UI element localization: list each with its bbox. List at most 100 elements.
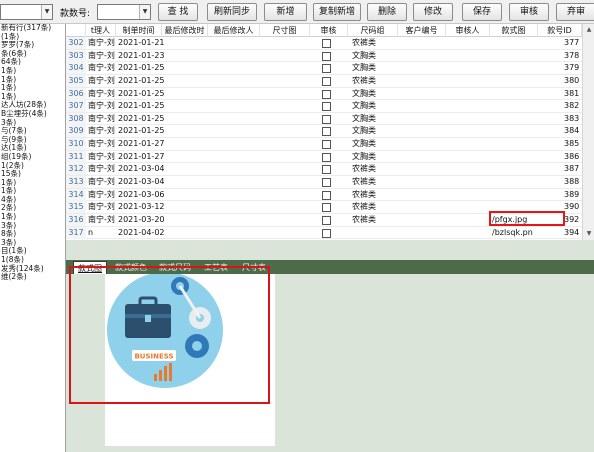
approve-button[interactable]: 审核	[509, 3, 549, 21]
size-group-cell: 农裤类	[352, 189, 376, 199]
edit-button[interactable]: 修改	[413, 3, 453, 21]
detail-pane: 款式图 款式颜色 款式尺码 工艺表 尺寸表 BUSINESS	[66, 240, 594, 452]
agent-cell: 南宁-刘	[88, 75, 115, 85]
approved-checkbox[interactable]	[322, 140, 331, 150]
agent-cell: 南宁-刘	[88, 50, 115, 60]
column-header[interactable]: 最后修改人	[208, 24, 260, 37]
delete-button[interactable]: 删除	[367, 3, 407, 21]
approved-checkbox[interactable]	[322, 39, 331, 48]
row-number: 312	[66, 163, 86, 176]
approved-checkbox[interactable]	[322, 215, 331, 225]
filter-combo[interactable]: ▼	[0, 4, 53, 20]
approved-checkbox[interactable]	[322, 89, 331, 99]
table-row[interactable]: 305 南宁-刘 2021-01-25 农裤类 380	[66, 74, 582, 88]
scroll-down-icon[interactable]: ▼	[583, 228, 594, 240]
style-image-cell	[492, 138, 538, 150]
table-row[interactable]: 307 南宁-刘 2021-01-25 文胸类 382	[66, 100, 582, 113]
approved-checkbox[interactable]	[322, 190, 331, 200]
approved-checkbox[interactable]	[322, 51, 331, 61]
size-group-cell	[352, 227, 398, 239]
created-date-cell: 2021-03-06	[118, 189, 164, 199]
approved-checkbox[interactable]	[322, 102, 331, 112]
column-header[interactable]: 最后修改时	[162, 24, 208, 37]
created-date-cell: 2021-01-23	[118, 50, 164, 60]
size-group-cell: 文胸类	[352, 101, 376, 111]
created-date-cell: 2021-03-12	[118, 202, 164, 212]
approved-checkbox[interactable]	[322, 228, 331, 238]
column-header[interactable]: 款式图	[490, 24, 538, 37]
row-number: 317	[66, 226, 86, 239]
table-row[interactable]: 310 南宁-刘 2021-01-27 文胸类 385	[66, 138, 582, 151]
column-header[interactable]: t理人	[86, 24, 116, 37]
table-row[interactable]: 308 南宁-刘 2021-01-25 文胸类 383	[66, 112, 582, 126]
agent-cell: 南宁-刘	[88, 126, 115, 136]
row-number: 311	[66, 150, 86, 163]
approved-checkbox[interactable]	[322, 165, 331, 175]
scroll-up-icon[interactable]: ▲	[583, 24, 594, 36]
approved-checkbox[interactable]	[322, 178, 331, 188]
approved-checkbox[interactable]	[322, 114, 331, 124]
grid-header: t理人 制单时间 最后修改时 最后修改人 尺寸图 审核 尺码组 客户编号 审核人…	[66, 24, 594, 37]
row-number: 307	[66, 100, 86, 113]
style-id-cell: 387	[564, 164, 580, 174]
row-number: 310	[66, 138, 86, 151]
search-button[interactable]: 查 找	[158, 3, 198, 21]
agent-cell: 南宁-刘	[88, 101, 115, 111]
style-image-cell	[492, 189, 538, 201]
style-image-cell	[492, 100, 538, 112]
unapprove-button[interactable]: 弃审	[556, 3, 594, 21]
style-no-combo[interactable]: ▼	[97, 4, 151, 20]
column-header[interactable]: 尺码组	[348, 24, 398, 37]
table-row[interactable]: 304 南宁-刘 2021-01-25 文胸类 379	[66, 62, 582, 75]
style-id-cell: 383	[564, 113, 580, 123]
save-button[interactable]: 保存	[462, 3, 502, 21]
table-row[interactable]: 314 南宁-刘 2021-03-06 农裤类 389	[66, 188, 582, 202]
style-image-cell	[492, 151, 538, 163]
size-group-cell: 农裤类	[352, 202, 376, 212]
chevron-down-icon[interactable]: ▼	[139, 5, 150, 19]
row-number: 315	[66, 201, 86, 214]
copy-add-button[interactable]: 复制新增	[313, 3, 361, 21]
style-id-cell: 382	[564, 101, 580, 111]
column-header[interactable]: 制单时间	[116, 24, 162, 37]
style-image-cell	[492, 75, 538, 87]
table-row[interactable]: 303 南宁-刘 2021-01-23 文胸类 378	[66, 49, 582, 63]
column-header[interactable]: 客户编号	[398, 24, 446, 37]
style-id-cell: 386	[564, 151, 580, 161]
column-header[interactable]: 款号ID	[538, 24, 582, 37]
column-header[interactable]: 审核	[310, 24, 348, 37]
category-tree[interactable]: 新有行(317条) (1条) 罗罗(7条) 条(6条) 64条) 1条) 1条) 1条) 1条)…	[0, 24, 66, 452]
approved-checkbox[interactable]	[322, 127, 331, 137]
table-row[interactable]: 312 南宁-刘 2021-03-04 农裤类 387	[66, 163, 582, 177]
add-button[interactable]: 新增	[264, 3, 307, 21]
table-row[interactable]: 317 n 2021-04-02/bzlsqk.pn 394	[66, 226, 582, 240]
table-row[interactable]: 309 南宁-刘 2021-01-25 文胸类 384	[66, 125, 582, 139]
agent-cell: 南宁-刘	[88, 88, 115, 98]
vertical-scrollbar[interactable]: ▲ ▼	[582, 24, 594, 240]
table-row[interactable]: 313 南宁-刘 2021-03-04 农裤类 388	[66, 176, 582, 189]
created-date-cell: 2021-01-25	[118, 75, 164, 85]
size-group-cell: 文胸类	[352, 126, 376, 136]
table-row[interactable]: 311 南宁-刘 2021-01-27 文胸类 386	[66, 150, 582, 164]
style-id-cell: 390	[564, 202, 580, 212]
column-header[interactable]: 审核人	[446, 24, 490, 37]
tree-item[interactable]: 维(2条)	[0, 273, 65, 282]
approved-checkbox[interactable]	[322, 76, 331, 86]
column-header[interactable]: 尺寸图	[260, 24, 310, 37]
row-number: 316	[66, 213, 86, 226]
approved-checkbox[interactable]	[322, 152, 331, 162]
row-number: 304	[66, 62, 86, 75]
size-group-cell: 文胸类	[352, 151, 376, 161]
approved-checkbox[interactable]	[322, 64, 331, 74]
toolbar: ▼ 款数号: ▼ 查 找 刷新同步 新增 复制新增 删除 修改 保存 审核 弃审	[0, 0, 594, 24]
approved-checkbox[interactable]	[322, 203, 331, 213]
row-number: 303	[66, 49, 86, 62]
style-image-cell	[492, 88, 538, 100]
table-row[interactable]: 302 南宁-刘 2021-01-21 农裤类 377	[66, 37, 582, 50]
refresh-sync-button[interactable]: 刷新同步	[207, 3, 257, 21]
chevron-down-icon[interactable]: ▼	[41, 5, 52, 19]
table-row[interactable]: 306 南宁-刘 2021-01-25 文胸类 381	[66, 87, 582, 101]
created-date-cell: 2021-01-25	[118, 101, 164, 111]
style-image-cell	[492, 37, 538, 49]
style-no-label: 款数号:	[60, 9, 91, 19]
